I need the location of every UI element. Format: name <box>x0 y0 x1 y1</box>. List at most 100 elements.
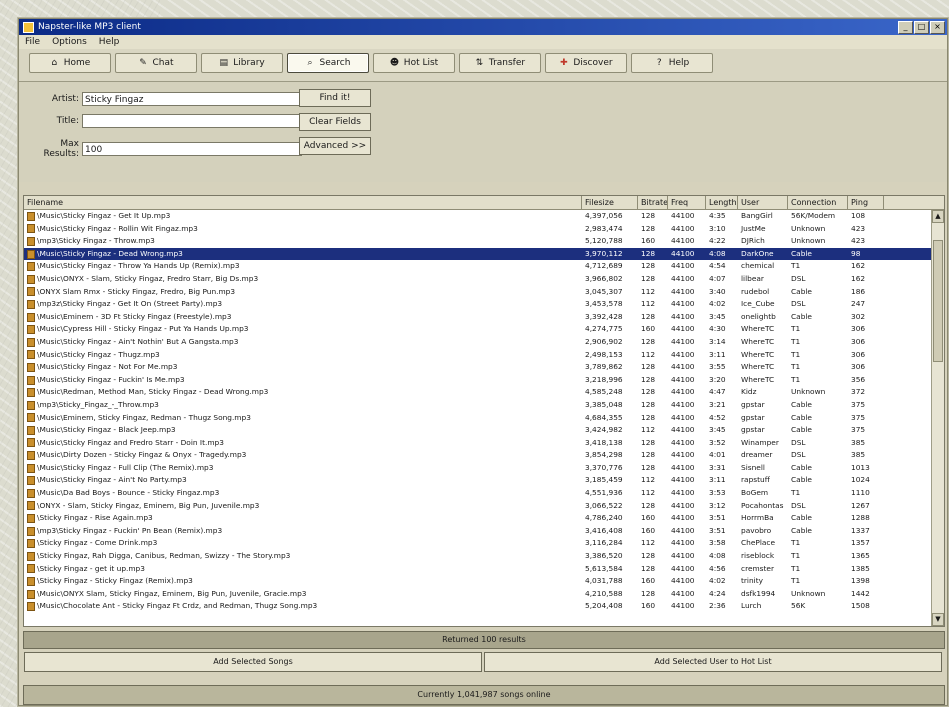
artist-label: Artist: <box>51 94 79 104</box>
vertical-scrollbar[interactable]: ▲ ▼ <box>931 210 944 626</box>
tab-search[interactable]: ⌕ Search <box>287 53 369 73</box>
cell-bitrate: 128 <box>641 551 656 561</box>
cell-ping: 186 <box>851 286 866 296</box>
cell-filename: \Sticky Fingaz - get it up.mp3 <box>24 563 582 576</box>
table-row[interactable]: \Music\Eminem - 3D Ft Sticky Fingaz (Fre… <box>24 311 944 324</box>
tab-chat[interactable]: ✎ Chat <box>115 53 197 73</box>
cell-freq: 44100 <box>671 387 695 397</box>
table-row[interactable]: \Music\Sticky Fingaz - Get It Up.mp3 4,39… <box>24 210 944 223</box>
cell-filename: \Music\Sticky Fingaz - Thugz.mp3 <box>24 349 582 362</box>
cell-length: 3:31 <box>709 462 726 472</box>
col-freq[interactable]: Freq <box>668 196 706 209</box>
table-row[interactable]: \Sticky Fingaz - get it up.mp3 5,613,584 1… <box>24 563 944 576</box>
table-row[interactable]: \Music\Sticky Fingaz - Rollin Wit Fingaz… <box>24 223 944 236</box>
col-filesize[interactable]: Filesize <box>582 196 638 209</box>
table-row[interactable]: \ONYX Slam Rmx - Sticky Fingaz, Fredro, … <box>24 286 944 299</box>
table-row[interactable]: \Music\Sticky Fingaz - Ain't Nothin' But… <box>24 336 944 349</box>
cell-connection: T1 <box>791 538 801 548</box>
cell-filesize: 5,613,584 <box>585 563 623 573</box>
table-row[interactable]: \mp3\Sticky_Fingaz_-_Throw.mp3 3,385,048 1… <box>24 399 944 412</box>
tab-home[interactable]: ⌂ Home <box>29 53 111 73</box>
col-ping[interactable]: Ping <box>848 196 884 209</box>
cell-filename: \ONYX - Slam, Sticky Fingaz, Eminem, Big… <box>24 500 582 513</box>
cell-user: BoGem <box>741 488 769 498</box>
scroll-down-arrow-icon[interactable]: ▼ <box>932 613 944 626</box>
tab-discover[interactable]: ✚ Discover <box>545 53 627 73</box>
max-results-label: Max Results: <box>43 139 79 159</box>
cell-filesize: 3,970,112 <box>585 248 623 258</box>
cell-filename: \Music\Sticky Fingaz - Not For Me.mp3 <box>24 361 582 374</box>
add-user-hotlist-button[interactable]: Add Selected User to Hot List <box>484 652 942 672</box>
menu-options[interactable]: Options <box>52 35 87 49</box>
col-connection[interactable]: Connection <box>788 196 848 209</box>
col-filename[interactable]: Filename <box>24 196 582 209</box>
table-row[interactable]: \Music\Cypress Hill - Sticky Fingaz - Pu… <box>24 323 944 336</box>
cell-freq: 44100 <box>671 551 695 561</box>
cell-length: 4:02 <box>709 299 726 309</box>
table-row[interactable]: \Sticky Fingaz - Come Drink.mp3 3,116,284… <box>24 537 944 550</box>
col-length[interactable]: Length <box>706 196 738 209</box>
cell-filesize: 3,789,862 <box>585 362 623 372</box>
scroll-up-arrow-icon[interactable]: ▲ <box>932 210 944 223</box>
table-row[interactable]: \Sticky Fingaz - Rise Again.mp3 4,786,240… <box>24 512 944 525</box>
table-row[interactable]: \Music\Redman, Method Man, Sticky Fingaz… <box>24 386 944 399</box>
cell-filesize: 4,585,248 <box>585 387 623 397</box>
title-input[interactable] <box>82 114 302 128</box>
table-row[interactable]: \Music\Sticky Fingaz - Throw Ya Hands Up… <box>24 260 944 273</box>
cell-freq: 44100 <box>671 349 695 359</box>
tab-hotlist[interactable]: ☻ Hot List <box>373 53 455 73</box>
cell-connection: T1 <box>791 324 801 334</box>
table-row[interactable]: \Music\ONYX - Slam, Sticky Fingaz, Fredr… <box>24 273 944 286</box>
artist-input[interactable]: Sticky Fingaz <box>82 92 302 106</box>
table-row[interactable]: \mp3z\Sticky Fingaz - Get It On (Street … <box>24 298 944 311</box>
mp3-file-icon <box>27 488 35 498</box>
table-row[interactable]: \mp3\Sticky Fingaz - Fuckin' Pn Bean (Re… <box>24 525 944 538</box>
tab-transfer[interactable]: ⇅ Transfer <box>459 53 541 73</box>
find-button[interactable]: Find it! <box>299 89 371 107</box>
table-row[interactable]: \Music\Da Bad Boys - Bounce - Sticky Fin… <box>24 487 944 500</box>
menu-help[interactable]: Help <box>99 35 120 49</box>
table-row[interactable]: \Music\Sticky Fingaz - Dead Wrong.mp3 3,9… <box>24 247 944 261</box>
table-row[interactable]: \Music\Sticky Fingaz - Fuckin' Is Me.mp3… <box>24 374 944 387</box>
col-user[interactable]: User <box>738 196 788 209</box>
maximize-button[interactable]: □ <box>914 20 929 34</box>
table-row[interactable]: \Music\Sticky Fingaz - Black Jeep.mp3 3,4… <box>24 424 944 437</box>
cell-user: DJRich <box>741 236 765 246</box>
table-row[interactable]: \Music\Chocolate Ant - Sticky Fingaz Ft … <box>24 600 944 613</box>
minimize-button[interactable]: _ <box>898 20 913 34</box>
cell-ping: 108 <box>851 211 866 220</box>
table-row[interactable]: \Sticky Fingaz, Rah Digga, Canibus, Redm… <box>24 550 944 563</box>
cell-user: Pocahontas <box>741 500 784 510</box>
scroll-thumb[interactable] <box>933 240 943 362</box>
tab-library[interactable]: ▤ Library <box>201 53 283 73</box>
menu-file[interactable]: File <box>25 35 40 49</box>
advanced-button[interactable]: Advanced >> <box>299 137 371 155</box>
table-row[interactable]: \Music\Sticky Fingaz - Ain't No Party.mp… <box>24 474 944 487</box>
table-row[interactable]: \Music\Sticky Fingaz - Full Clip (The Re… <box>24 462 944 475</box>
table-row[interactable]: \Music\ONYX Slam, Sticky Fingaz, Eminem,… <box>24 588 944 601</box>
table-row[interactable]: \ONYX - Slam, Sticky Fingaz, Eminem, Big… <box>24 500 944 513</box>
table-row[interactable]: \Music\Sticky Fingaz - Not For Me.mp3 3,7… <box>24 361 944 374</box>
table-row[interactable]: \Music\Sticky Fingaz - Thugz.mp3 2,498,15… <box>24 349 944 362</box>
mp3-file-icon <box>27 539 35 549</box>
col-bitrate[interactable]: Bitrate <box>638 196 668 209</box>
tab-help[interactable]: ? Help <box>631 53 713 73</box>
table-row[interactable]: \Music\Eminem, Sticky Fingaz, Redman - T… <box>24 412 944 425</box>
cell-user: gpstar <box>741 412 765 422</box>
table-row[interactable]: \Music\Dirty Dozen - Sticky Fingaz & Ony… <box>24 449 944 462</box>
cell-freq: 44100 <box>671 248 695 258</box>
table-row[interactable]: \mp3\Sticky Fingaz - Throw.mp3 5,120,788 1… <box>24 235 944 248</box>
cell-length: 3:11 <box>709 475 726 485</box>
cell-ping: 423 <box>851 223 866 233</box>
cell-filesize: 4,712,689 <box>585 261 623 271</box>
max-results-input[interactable]: 100 <box>82 142 302 156</box>
close-button[interactable]: × <box>930 20 945 34</box>
table-row[interactable]: \Sticky Fingaz - Sticky Fingaz (Remix).m… <box>24 575 944 588</box>
cell-filesize: 3,966,802 <box>585 273 623 283</box>
clear-fields-button[interactable]: Clear Fields <box>299 113 371 131</box>
mp3-file-icon <box>27 262 35 272</box>
cell-ping: 1357 <box>851 538 870 548</box>
table-row[interactable]: \Music\Sticky Fingaz and Fredro Starr - … <box>24 437 944 450</box>
add-selected-songs-button[interactable]: Add Selected Songs <box>24 652 482 672</box>
cell-length: 2:36 <box>709 601 726 611</box>
